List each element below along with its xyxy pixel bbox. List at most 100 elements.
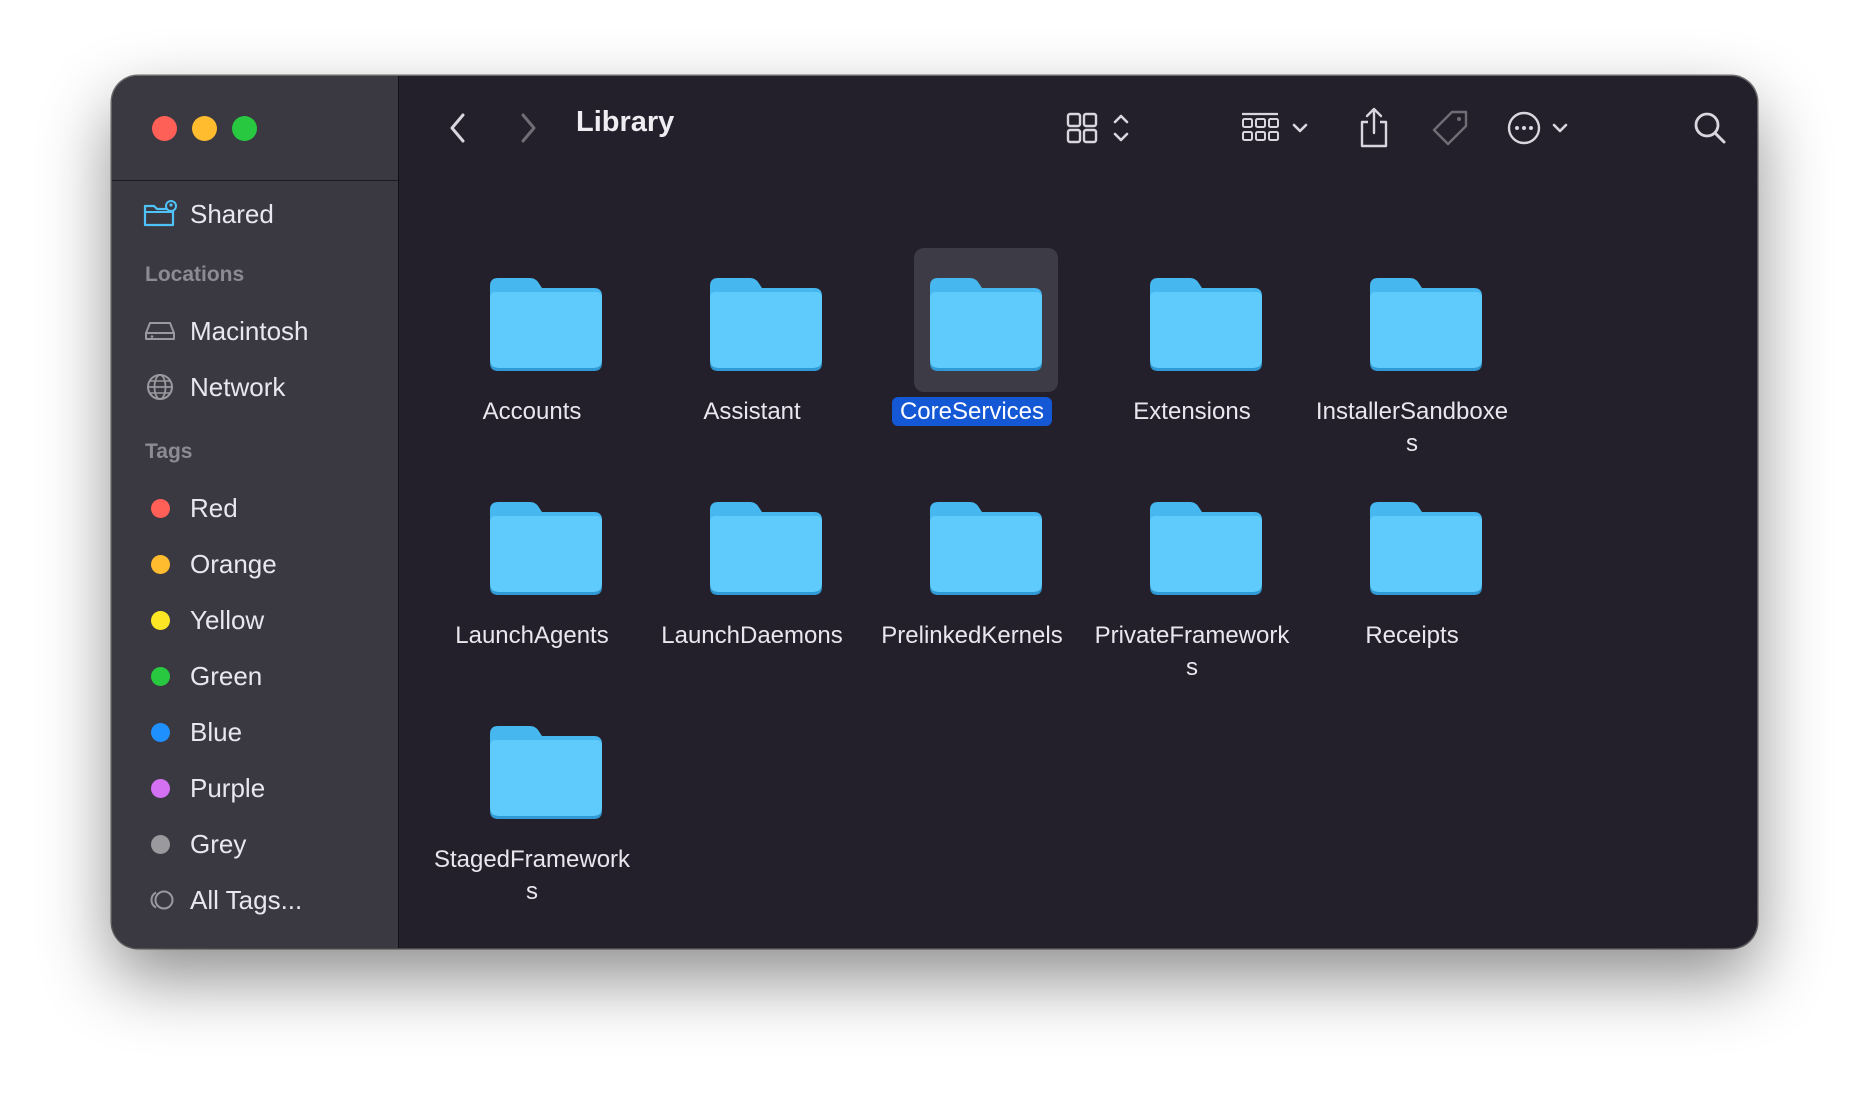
sidebar-item-network[interactable]: Network bbox=[142, 367, 285, 407]
sidebar-item-tag-green[interactable]: Green bbox=[142, 656, 262, 696]
sidebar-item-tag-yellow[interactable]: Yellow bbox=[142, 600, 264, 640]
tag-color-icon bbox=[142, 490, 178, 526]
share-icon bbox=[1360, 107, 1388, 148]
folder-label: Accounts bbox=[422, 396, 642, 428]
folder-label: InstallerSandboxe s bbox=[1302, 396, 1522, 460]
folder-label: LaunchDaemons bbox=[642, 620, 862, 652]
folder-label: LaunchAgents bbox=[422, 620, 642, 652]
tag-color-icon bbox=[142, 658, 178, 694]
folder-icon-wrap bbox=[1354, 472, 1498, 616]
sidebar-item-label: Purple bbox=[190, 772, 266, 803]
zoom-window-button[interactable] bbox=[232, 116, 257, 141]
folder-name-text: s bbox=[1186, 654, 1198, 681]
folder-name-text: Accounts bbox=[482, 398, 582, 425]
tag-button[interactable] bbox=[1428, 102, 1472, 154]
folder-icon-wrap bbox=[694, 472, 838, 616]
folder-label-line: PrelinkedKernels bbox=[862, 620, 1082, 652]
minimize-window-button[interactable] bbox=[192, 116, 217, 141]
folder-name-text: InstallerSandboxe bbox=[1315, 398, 1509, 425]
folder-name-text: Receipts bbox=[1365, 622, 1459, 649]
sidebar-item-label: Network bbox=[190, 371, 286, 402]
sidebar-item-tag-purple[interactable]: Purple bbox=[142, 768, 265, 808]
sidebar-item-macintosh[interactable]: Macintosh bbox=[142, 311, 309, 351]
folder-icon bbox=[1150, 278, 1262, 371]
sidebar-item-label: Shared bbox=[190, 198, 274, 229]
folder-label: Extensions bbox=[1082, 396, 1302, 428]
share-button[interactable] bbox=[1352, 102, 1396, 154]
sidebar-item-tag-red[interactable]: Red bbox=[142, 488, 238, 528]
folder-icon bbox=[490, 278, 602, 371]
folder-label: Receipts bbox=[1302, 620, 1522, 652]
sidebar-item-tag-orange[interactable]: Orange bbox=[142, 544, 277, 584]
folder-label-line: LaunchDaemons bbox=[642, 620, 862, 652]
tag-color-icon bbox=[142, 826, 178, 862]
sidebar-item-tag-blue[interactable]: Blue bbox=[142, 712, 242, 752]
hard-drive-icon bbox=[142, 313, 178, 349]
folder-name-text: s bbox=[526, 878, 538, 905]
folder-icon-wrap bbox=[474, 472, 618, 616]
more-actions-button[interactable] bbox=[1504, 102, 1584, 154]
globe-icon bbox=[142, 369, 178, 405]
folder-icon bbox=[1370, 502, 1482, 595]
folder-label-line: LaunchAgents bbox=[422, 620, 642, 652]
folder-name-text: CoreServices bbox=[891, 397, 1053, 426]
folder-icon bbox=[1150, 502, 1262, 595]
view-mode-button[interactable] bbox=[1062, 102, 1142, 154]
group-by-icon bbox=[1242, 112, 1308, 141]
folder-label: StagedFramework s bbox=[422, 844, 642, 908]
folder-icon bbox=[710, 278, 822, 371]
sidebar-item-label: Yellow bbox=[190, 604, 265, 635]
folder-icon bbox=[710, 502, 822, 595]
folder-label-line: s bbox=[1302, 428, 1522, 460]
folder-name-text: Extensions bbox=[1133, 398, 1251, 425]
sidebar-item-tag-grey[interactable]: Grey bbox=[142, 824, 246, 864]
close-window-button[interactable] bbox=[152, 116, 177, 141]
grid-view-icon bbox=[1066, 112, 1129, 144]
folder-icon-wrap bbox=[914, 248, 1058, 392]
sidebar-item-shared[interactable]: Shared bbox=[142, 194, 274, 234]
folder-label-line: s bbox=[422, 876, 642, 908]
folder-icon-wrap bbox=[474, 248, 618, 392]
chevron-right-icon bbox=[521, 113, 536, 143]
finder-window: Shared Locations Macintosh Network Tags … bbox=[112, 76, 1757, 948]
folder-name-text: s bbox=[1406, 430, 1418, 457]
shared-folder-icon bbox=[142, 196, 178, 232]
folder-icon bbox=[1370, 278, 1482, 371]
folder-label-line: Accounts bbox=[422, 396, 642, 428]
search-button[interactable] bbox=[1688, 102, 1732, 154]
sidebar-item-label: All Tags... bbox=[190, 884, 303, 915]
folder-name-text: LaunchDaemons bbox=[661, 622, 843, 649]
group-by-button[interactable] bbox=[1238, 102, 1318, 154]
folder-name-text: LaunchAgents bbox=[455, 622, 609, 649]
folder-icon bbox=[490, 502, 602, 595]
folder-icon bbox=[930, 278, 1042, 371]
folder-label-line: StagedFramework bbox=[422, 844, 642, 876]
sidebar-item-all-tags[interactable]: All Tags... bbox=[142, 880, 302, 920]
folder-label: CoreServices bbox=[862, 396, 1082, 428]
folder-label-line: InstallerSandboxe bbox=[1302, 396, 1522, 428]
folder-icon-wrap bbox=[694, 248, 838, 392]
folder-name-text: Assistant bbox=[703, 398, 801, 425]
folder-label-line: CoreServices bbox=[862, 396, 1082, 428]
tag-color-icon bbox=[142, 714, 178, 750]
window-controls bbox=[112, 76, 398, 181]
sidebar-heading-tags: Tags bbox=[145, 440, 193, 463]
folder-grid: Accounts Assistant CoreServices Extensio… bbox=[400, 180, 1757, 948]
search-icon bbox=[1694, 112, 1726, 144]
window-title: Library bbox=[576, 106, 675, 138]
sidebar-item-label: Blue bbox=[190, 716, 243, 747]
sidebar-item-label: Green bbox=[190, 660, 263, 691]
all-tags-icon bbox=[142, 882, 178, 918]
folder-icon-wrap bbox=[1134, 472, 1278, 616]
sidebar-item-label: Orange bbox=[190, 548, 277, 579]
folder-icon-wrap bbox=[1354, 248, 1498, 392]
sidebar-heading-locations: Locations bbox=[145, 263, 245, 286]
folder-label-line: PrivateFramework bbox=[1082, 620, 1302, 652]
tag-color-icon bbox=[142, 546, 178, 582]
folder-label: PrivateFramework s bbox=[1082, 620, 1302, 684]
forward-button[interactable] bbox=[508, 102, 548, 154]
ellipsis-circle-icon bbox=[1507, 111, 1568, 145]
folder-icon-wrap bbox=[474, 696, 618, 840]
folder-icon bbox=[930, 502, 1042, 595]
back-button[interactable] bbox=[438, 102, 478, 154]
